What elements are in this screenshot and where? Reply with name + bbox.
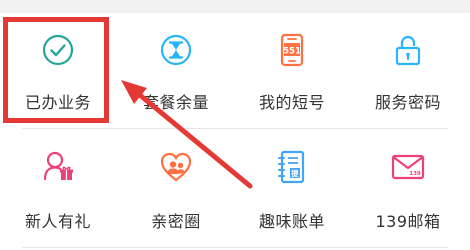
top-strip [0, 0, 470, 13]
service-item-intimate-circle[interactable]: 亲密圈 [121, 130, 231, 240]
service-item-label: 套餐余量 [142, 93, 209, 112]
heart-people-icon [159, 150, 193, 184]
check-circle-icon [41, 33, 75, 67]
user-gift-icon [41, 150, 75, 184]
lock-icon [391, 33, 425, 67]
service-grid-row-2: 新人有礼 亲密圈 提 趣味账单 139 139邮箱 [0, 130, 470, 240]
mail-139-icon: 139 [391, 150, 425, 184]
service-item-label: 已办业务 [24, 93, 91, 112]
service-item-fun-bill[interactable]: 提 趣味账单 [237, 130, 347, 240]
service-item-139-mailbox[interactable]: 139 139邮箱 [353, 130, 463, 240]
service-item-label: 服务密码 [374, 93, 441, 112]
service-item-label: 亲密圈 [151, 212, 201, 231]
service-item-label: 139邮箱 [375, 212, 441, 231]
phone-number-text: 551 [283, 47, 301, 57]
phone-551-icon: 551 [275, 33, 309, 67]
hourglass-icon [159, 33, 193, 67]
bill-tag-text: 提 [291, 168, 299, 178]
service-item-package-balance[interactable]: 套餐余量 [121, 13, 231, 123]
service-item-service-password[interactable]: 服务密码 [353, 13, 463, 123]
service-item-label: 我的短号 [258, 93, 325, 112]
row-divider [22, 247, 448, 248]
service-item-label: 趣味账单 [258, 212, 325, 231]
mail-tag-text: 139 [409, 171, 421, 177]
service-item-my-short-number[interactable]: 551 我的短号 [237, 13, 347, 123]
service-item-handled-business[interactable]: 已办业务 [3, 13, 113, 123]
service-item-label: 新人有礼 [24, 212, 91, 231]
row-divider [22, 128, 448, 129]
bill-notebook-icon: 提 [275, 150, 309, 184]
service-grid-row-1: 已办业务 套餐余量 551 我的短号 服务密码 [0, 13, 470, 123]
service-item-new-user-gift[interactable]: 新人有礼 [3, 130, 113, 240]
